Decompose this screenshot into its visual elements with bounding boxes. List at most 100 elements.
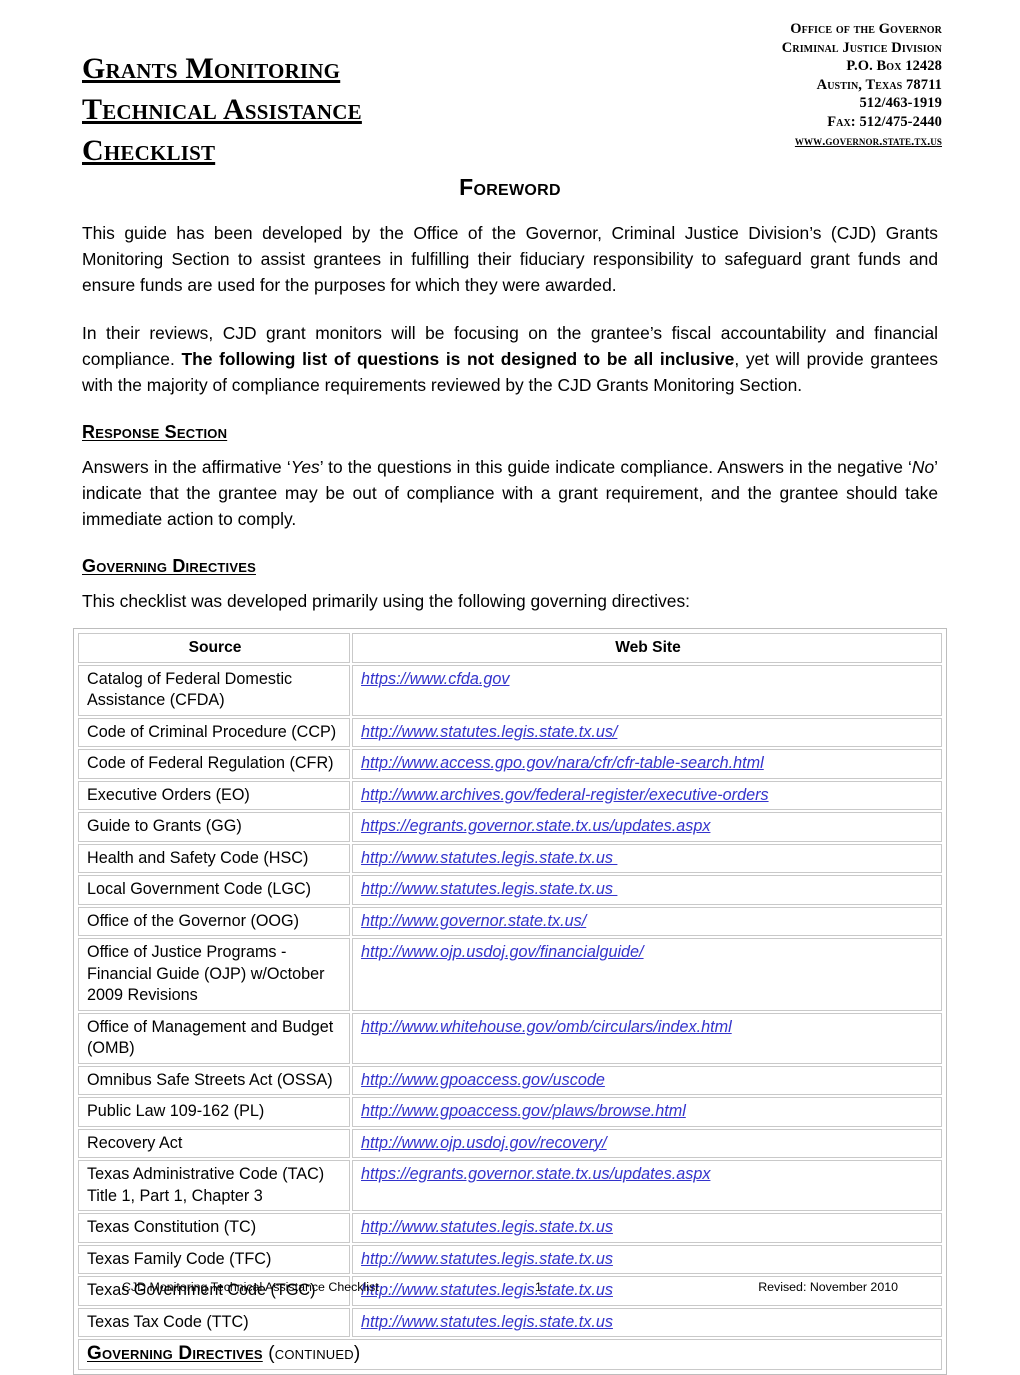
governing-directives-heading: Governing Directives	[82, 556, 256, 576]
table-row: Texas Constitution (TC) http://www.statut…	[78, 1213, 942, 1243]
source-cell: Code of Criminal Procedure (CCP)	[78, 717, 350, 747]
website-link[interactable]: http://www.statutes.legis.state.tx.us/	[361, 723, 617, 741]
website-cell: http://www.statutes.legis.state.tx.us	[352, 1244, 942, 1274]
website-link[interactable]: http://www.statutes.legis.state.tx.us	[361, 1313, 613, 1331]
website-cell: http://www.whitehouse.gov/omb/circulars/…	[352, 1012, 942, 1064]
table-row: Code of Criminal Procedure (CCP) http://w…	[78, 717, 942, 747]
website-cell: http://www.ojp.usdoj.gov/recovery/	[352, 1128, 942, 1158]
website-cell: https://www.cfda.gov	[352, 664, 942, 716]
website-link[interactable]: http://www.gpoaccess.gov/plaws/browse.ht…	[361, 1102, 686, 1120]
table-row: Guide to Grants (GG) https://egrants.gove…	[78, 812, 942, 842]
table-row: Office of Justice Programs - Financial G…	[78, 938, 942, 1011]
document-header: Grants Monitoring Technical Assistance C…	[0, 0, 1020, 172]
source-cell: Executive Orders (EO)	[78, 780, 350, 810]
governing-directives-table: Source Web Site Catalog of Federal Domes…	[76, 631, 944, 1372]
website-cell: http://www.access.gpo.gov/nara/cfr/cfr-t…	[352, 749, 942, 779]
website-cell: https://egrants.governor.state.tx.us/upd…	[352, 1160, 942, 1211]
agency-address-block: Office of the Governor Criminal Justice …	[782, 20, 942, 150]
website-cell: https://egrants.governor.state.tx.us/upd…	[352, 812, 942, 842]
footer-right-text: Revised: November 2010	[758, 1280, 898, 1294]
website-cell: http://www.statutes.legis.state.tx.us	[352, 1307, 942, 1337]
source-cell: Catalog of Federal Domestic Assistance (…	[78, 664, 350, 716]
website-link[interactable]: https://www.cfda.gov	[361, 670, 509, 688]
response-italic-no: No	[911, 457, 935, 477]
column-header-source: Source	[78, 633, 350, 663]
website-link[interactable]: http://www.governor.state.tx.us/	[361, 912, 586, 930]
source-cell: Office of Justice Programs - Financial G…	[78, 938, 350, 1011]
website-link[interactable]: http://www.ojp.usdoj.gov/financialguide/	[361, 943, 644, 961]
continued-label-normal: (continued)	[262, 1343, 361, 1364]
website-link[interactable]: http://www.archives.gov/federal-register…	[361, 786, 769, 804]
foreword-heading: Foreword	[459, 174, 561, 200]
agency-website-link[interactable]: www.governor.state.tx.us	[782, 132, 942, 151]
continued-label-bold: Governing Directives	[87, 1343, 263, 1364]
website-cell: http://www.gpoaccess.gov/uscode	[352, 1065, 942, 1095]
table-continued-row: Governing Directives (continued)	[78, 1339, 942, 1370]
website-link[interactable]: https://egrants.governor.state.tx.us/upd…	[361, 1165, 710, 1183]
website-cell: http://www.ojp.usdoj.gov/financialguide/	[352, 938, 942, 1011]
agency-fax: Fax: 512/475-2440	[827, 113, 942, 130]
table-row: Public Law 109-162 (PL) http://www.gpoacc…	[78, 1097, 942, 1127]
table-row: Omnibus Safe Streets Act (OSSA) http://ww…	[78, 1065, 942, 1095]
agency-city-state-zip: Austin, Texas 78711	[816, 76, 942, 93]
table-row: Texas Administrative Code (TAC) Title 1,…	[78, 1160, 942, 1211]
response-section-paragraph: Answers in the affirmative ‘Yes’ to the …	[82, 454, 938, 532]
document-page: Grants Monitoring Technical Assistance C…	[0, 0, 1020, 1375]
footer-page-number: 1	[534, 1280, 542, 1294]
page-footer: CJD Monitoring Technical Assistance Chec…	[122, 1279, 898, 1295]
website-link[interactable]: http://www.statutes.legis.state.tx.us	[361, 849, 617, 867]
source-cell: Texas Constitution (TC)	[78, 1213, 350, 1243]
response-section-heading: Response Section	[82, 422, 228, 442]
document-body: Foreword This guide has been developed b…	[73, 172, 947, 1375]
response-text-a: Answers in the affirmative ‘	[82, 457, 291, 477]
website-cell: http://www.archives.gov/federal-register…	[352, 780, 942, 810]
website-link[interactable]: http://www.statutes.legis.state.tx.us	[361, 880, 617, 898]
source-cell: Health and Safety Code (HSC)	[78, 843, 350, 873]
source-cell: Local Government Code (LGC)	[78, 875, 350, 905]
source-cell: Office of Management and Budget (OMB)	[78, 1012, 350, 1064]
table-row: Texas Tax Code (TTC) http://www.statutes.…	[78, 1307, 942, 1337]
source-cell: Guide to Grants (GG)	[78, 812, 350, 842]
continued-cell: Governing Directives (continued)	[78, 1339, 942, 1370]
website-link[interactable]: https://egrants.governor.state.tx.us/upd…	[361, 817, 710, 835]
source-cell: Texas Tax Code (TTC)	[78, 1307, 350, 1337]
foreword-paragraph-1: This guide has been developed by the Off…	[82, 223, 938, 295]
table-row: Office of the Governor (OOG) http://www.g…	[78, 906, 942, 936]
website-cell: http://www.statutes.legis.state.tx.us	[352, 875, 942, 905]
agency-name: Office of the Governor	[790, 21, 942, 37]
agency-phone: 512/463-1919	[859, 95, 942, 112]
title-line-2: Technical Assistance	[82, 93, 362, 126]
foreword-p2-bold: The following list of questions is not d…	[181, 349, 735, 369]
table-head: Source Web Site	[78, 633, 942, 663]
website-link[interactable]: http://www.access.gpo.gov/nara/cfr/cfr-t…	[361, 754, 764, 772]
website-cell: http://www.statutes.legis.state.tx.us	[352, 1213, 942, 1243]
column-header-website: Web Site	[352, 633, 942, 663]
table-row: Executive Orders (EO) http://www.archives…	[78, 780, 942, 810]
source-cell: Texas Administrative Code (TAC) Title 1,…	[78, 1160, 350, 1211]
source-cell: Code of Federal Regulation (CFR)	[78, 749, 350, 779]
table-row: Catalog of Federal Domestic Assistance (…	[78, 664, 942, 716]
source-cell: Omnibus Safe Streets Act (OSSA)	[78, 1065, 350, 1095]
website-link[interactable]: http://www.gpoaccess.gov/uscode	[361, 1071, 605, 1089]
website-cell: http://www.statutes.legis.state.tx.us/	[352, 717, 942, 747]
website-link[interactable]: http://www.whitehouse.gov/omb/circulars/…	[361, 1018, 732, 1036]
website-link[interactable]: http://www.statutes.legis.state.tx.us	[361, 1218, 613, 1236]
table-row: Recovery Act http://www.ojp.usdoj.gov/rec…	[78, 1128, 942, 1158]
source-cell: Office of the Governor (OOG)	[78, 906, 350, 936]
table-body: Catalog of Federal Domestic Assistance (…	[78, 664, 942, 1370]
title-line-3: Checklist	[82, 134, 216, 167]
agency-division: Criminal Justice Division	[781, 39, 942, 56]
website-link[interactable]: http://www.statutes.legis.state.tx.us	[361, 1250, 613, 1268]
response-italic-yes: Yes	[290, 457, 320, 477]
document-title: Grants Monitoring Technical Assistance C…	[82, 48, 602, 171]
website-cell: http://www.statutes.legis.state.tx.us	[352, 843, 942, 873]
table-row: Code of Federal Regulation (CFR) http://w…	[78, 749, 942, 779]
agency-po-box: P.O. Box 12428	[846, 58, 942, 75]
continued-label: Governing Directives (continued)	[87, 1343, 360, 1364]
source-cell: Public Law 109-162 (PL)	[78, 1097, 350, 1127]
table-row: Health and Safety Code (HSC) http://www.s…	[78, 843, 942, 873]
table-row: Local Government Code (LGC) http://www.st…	[78, 875, 942, 905]
governing-directives-table-wrapper: Source Web Site Catalog of Federal Domes…	[73, 628, 947, 1375]
website-link[interactable]: http://www.ojp.usdoj.gov/recovery/	[361, 1134, 607, 1152]
title-line-1: Grants Monitoring	[82, 52, 341, 85]
